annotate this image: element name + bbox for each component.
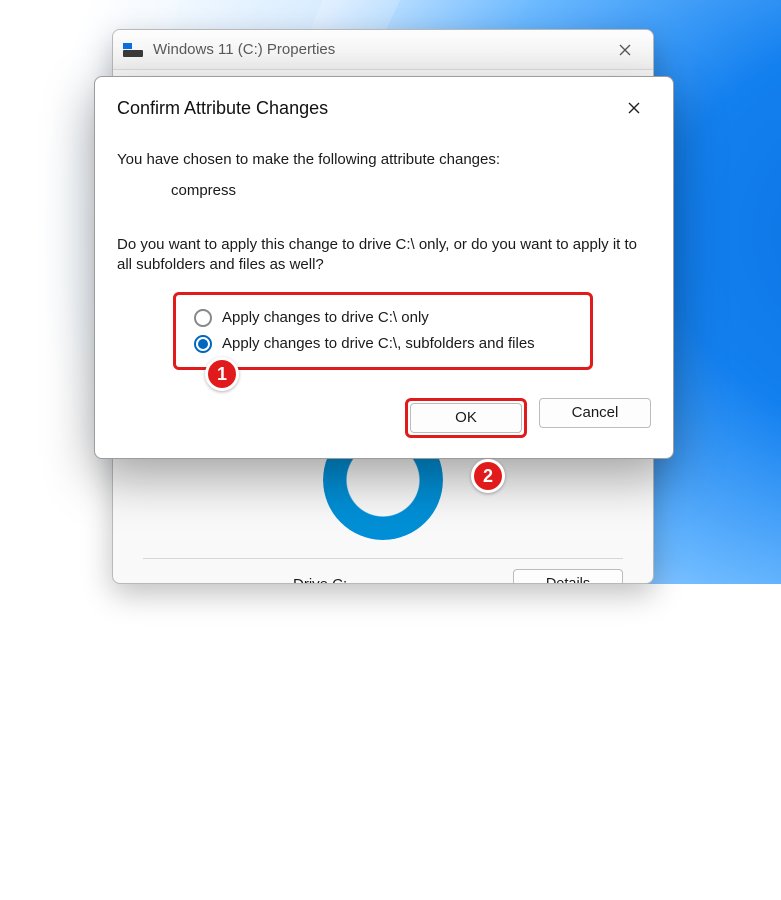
radio-group-highlight: Apply changes to drive C:\ only Apply ch… [173,292,593,370]
confirm-attribute-dialog: Confirm Attribute Changes You have chose… [94,76,674,459]
properties-titlebar[interactable]: Windows 11 (C:) Properties [113,30,653,70]
radio-label-only: Apply changes to drive C:\ only [222,309,429,326]
close-icon [619,44,631,56]
drive-label: Drive C: [293,576,347,585]
dialog-message-intro: You have chosen to make the following at… [117,151,651,168]
ok-button[interactable]: OK [410,403,522,433]
annotation-step-1: 1 [205,357,239,391]
radio-apply-only[interactable]: Apply changes to drive C:\ only [194,305,576,331]
details-button[interactable]: Details [513,569,623,584]
ok-button-highlight: OK [405,398,527,438]
radio-icon [194,335,212,353]
radio-apply-all[interactable]: Apply changes to drive C:\, subfolders a… [194,331,576,357]
drive-icon [123,43,143,57]
dialog-title: Confirm Attribute Changes [117,98,328,119]
close-icon [628,102,640,114]
annotation-step-2: 2 [471,459,505,493]
dialog-attribute: compress [171,182,651,199]
radio-label-all: Apply changes to drive C:\, subfolders a… [222,335,535,352]
dialog-message-question: Do you want to apply this change to driv… [117,235,651,276]
dialog-button-row: OK Cancel [117,398,651,438]
cancel-button[interactable]: Cancel [539,398,651,428]
properties-title: Windows 11 (C:) Properties [153,41,603,58]
radio-icon [194,309,212,327]
properties-close-button[interactable] [603,35,647,65]
dialog-header: Confirm Attribute Changes [117,93,651,123]
dialog-close-button[interactable] [617,93,651,123]
drive-label-row: Drive C: Details [143,558,623,584]
